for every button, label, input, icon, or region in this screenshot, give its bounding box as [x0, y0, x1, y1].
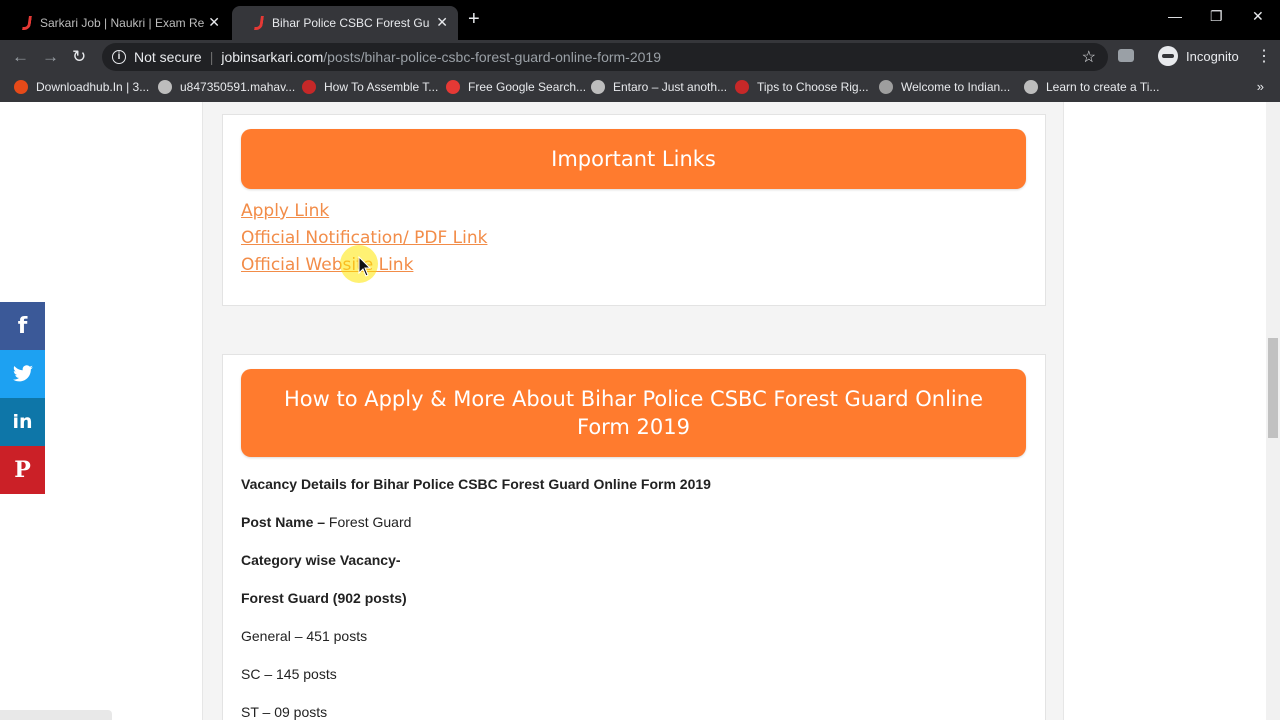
menu-icon[interactable]: ⋮ — [1256, 46, 1272, 66]
vacancy-title: Vacancy Details for Bihar Police CSBC Fo… — [241, 476, 711, 492]
facebook-icon[interactable]: f — [0, 302, 45, 350]
globe-icon — [158, 80, 172, 94]
globe-icon — [591, 80, 605, 94]
globe-icon — [1024, 80, 1038, 94]
bookmark-item[interactable]: Learn to create a Ti... — [1024, 80, 1159, 94]
important-links-heading: Important Links — [241, 129, 1026, 189]
social-share-bar: f in P — [0, 302, 45, 494]
bookmark-item[interactable]: Welcome to Indian... — [879, 80, 1010, 94]
how-to-apply-heading: How to Apply & More About Bihar Police C… — [241, 369, 1026, 457]
camera-icon[interactable] — [1118, 49, 1134, 62]
apply-link[interactable]: Apply Link — [241, 201, 329, 221]
bookmark-label: Entaro – Just anoth... — [613, 80, 728, 94]
bookmarks-bar: Downloadhub.In | 3... u847350591.mahav..… — [0, 74, 1280, 102]
vacancy-row-general: General – 451 posts — [241, 628, 368, 644]
browser-toolbar: ← → ↻ i Not secure | jobinsarkari.com /p… — [0, 40, 1280, 74]
bookmark-item[interactable]: Entaro – Just anoth... — [591, 80, 727, 94]
bookmark-label: u847350591.mahav... — [180, 80, 296, 94]
bookmark-label: Downloadhub.In | 3... — [36, 80, 150, 94]
page-viewport: Important Links Apply Link Official Noti… — [0, 102, 1280, 720]
tab-bihar-police[interactable]: Bihar Police CSBC Forest Guard O ✕ — [232, 6, 458, 40]
url-path: /posts/bihar-police-csbc-forest-guard-on… — [323, 49, 661, 65]
close-tab-icon[interactable]: ✕ — [436, 14, 448, 31]
restore-button[interactable]: ❐ — [1210, 8, 1223, 25]
bookmark-favicon-icon — [446, 80, 460, 94]
bookmark-label: Learn to create a Ti... — [1046, 80, 1160, 94]
post-name-label: Post Name – — [241, 514, 326, 530]
bookmark-item[interactable]: How To Assemble T... — [302, 80, 438, 94]
new-tab-button[interactable]: + — [468, 8, 480, 31]
bookmark-item[interactable]: Free Google Search... — [446, 80, 586, 94]
forward-arrow-icon[interactable]: → — [42, 47, 59, 67]
post-name-value: Forest Guard — [325, 514, 412, 530]
address-separator: | — [209, 49, 214, 65]
site-favicon-icon — [252, 16, 264, 30]
post-name-line: Post Name – Forest Guard — [241, 514, 411, 530]
bookmark-star-icon[interactable]: ☆ — [1082, 47, 1096, 67]
category-heading: Category wise Vacancy- — [241, 552, 401, 568]
vacancy-row-st: ST – 09 posts — [241, 704, 328, 720]
bookmark-label: Free Google Search... — [468, 80, 587, 94]
bookmark-item[interactable]: Downloadhub.In | 3... — [14, 80, 149, 94]
bookmark-favicon-icon — [735, 80, 749, 94]
url-host: jobinsarkari.com — [221, 49, 324, 65]
tab-title: Sarkari Job | Naukri | Exam Result — [40, 16, 204, 30]
security-status: Not secure — [134, 49, 202, 65]
reload-icon[interactable]: ↻ — [72, 47, 86, 67]
site-favicon-icon — [20, 16, 32, 30]
profile-button[interactable]: Incognito — [1158, 46, 1239, 66]
official-website-link[interactable]: Official Website Link — [241, 255, 413, 275]
bookmark-favicon-icon — [879, 80, 893, 94]
pinterest-icon[interactable]: P — [0, 446, 45, 494]
incognito-icon — [1158, 46, 1178, 66]
minimize-button[interactable]: — — [1168, 8, 1182, 24]
more-bookmarks-icon[interactable]: » — [1257, 79, 1264, 94]
tab-bar: Sarkari Job | Naukri | Exam Result ✕ Bih… — [0, 0, 1280, 40]
bookmark-item[interactable]: Tips to Choose Rig... — [735, 80, 869, 94]
twitter-icon[interactable] — [0, 350, 45, 398]
vacancy-row-sc: SC – 145 posts — [241, 666, 337, 682]
address-bar[interactable]: i Not secure | jobinsarkari.com /posts/b… — [102, 43, 1108, 71]
page-scrollbar[interactable] — [1266, 102, 1280, 720]
info-icon[interactable]: i — [112, 50, 126, 64]
scrollbar-thumb[interactable] — [1268, 338, 1278, 438]
bookmark-favicon-icon — [302, 80, 316, 94]
profile-label: Incognito — [1186, 48, 1239, 64]
back-arrow-icon[interactable]: ← — [12, 47, 29, 67]
mouse-pointer-icon — [358, 256, 372, 277]
linkedin-icon[interactable]: in — [0, 398, 45, 446]
bookmark-item[interactable]: u847350591.mahav... — [158, 80, 295, 94]
tab-sarkari-job[interactable]: Sarkari Job | Naukri | Exam Result ✕ — [0, 6, 230, 40]
how-to-apply-card: How to Apply & More About Bihar Police C… — [222, 354, 1046, 720]
bookmark-label: Welcome to Indian... — [901, 80, 1011, 94]
forest-guard-total: Forest Guard (902 posts) — [241, 590, 407, 606]
tab-title: Bihar Police CSBC Forest Guard O — [272, 16, 430, 30]
bookmark-label: How To Assemble T... — [324, 80, 439, 94]
content-column: Important Links Apply Link Official Noti… — [202, 102, 1064, 720]
close-tab-icon[interactable]: ✕ — [208, 14, 220, 31]
close-window-button[interactable]: ✕ — [1252, 8, 1264, 25]
status-bubble — [0, 710, 112, 720]
bookmark-favicon-icon — [14, 80, 28, 94]
bookmark-label: Tips to Choose Rig... — [757, 80, 869, 94]
